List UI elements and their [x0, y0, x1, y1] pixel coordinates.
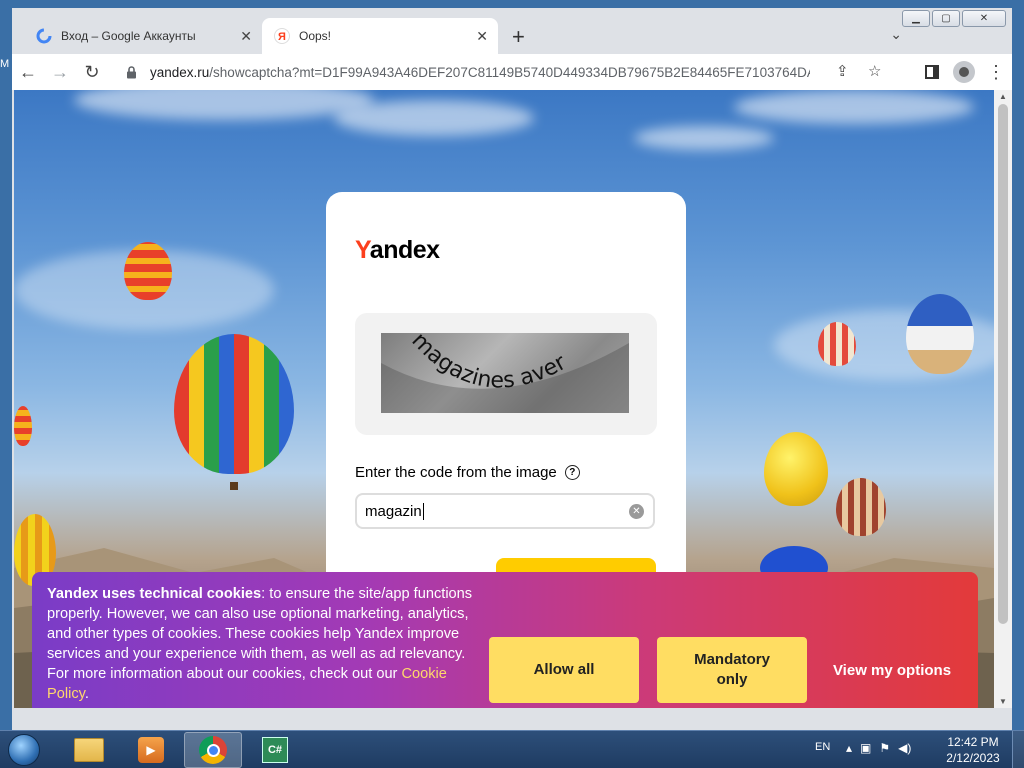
hot-air-balloon: [764, 432, 828, 506]
tab-strip: Вход – Google Аккаунты ✕ Я Oops! ✕ + ⌄: [12, 18, 1012, 54]
clear-input-icon[interactable]: ✕: [629, 504, 644, 519]
tab-title: Oops!: [299, 29, 332, 43]
cloud: [634, 126, 774, 150]
scroll-down-arrow-icon[interactable]: ▼: [999, 697, 1007, 706]
tab-title: Вход – Google Аккаунты: [61, 29, 196, 43]
taskbar-chrome[interactable]: [184, 732, 242, 768]
show-hidden-icons-chevron-icon[interactable]: ▴: [846, 741, 852, 755]
show-desktop-button[interactable]: [1012, 731, 1024, 768]
windows-taskbar: ▶ C# EN ▴ ▣ ⚑ ◀) 12:42 PM 2/12/2023: [0, 730, 1024, 768]
chrome-icon: [199, 736, 227, 764]
cookie-notice-text: Yandex uses technical cookies: to ensure…: [47, 586, 473, 702]
action-center-flag-icon[interactable]: ⚑: [879, 741, 890, 755]
captcha-card: Yandex magazines aver Enter the code fro…: [326, 192, 686, 632]
system-tray: ▴ ▣ ⚑ ◀): [846, 741, 911, 755]
csharp-icon: C#: [262, 737, 288, 763]
address-bar[interactable]: yandex.ru/showcaptcha?mt=D1F99A943A46DEF…: [124, 57, 894, 87]
lock-icon: [124, 65, 138, 79]
scroll-up-arrow-icon[interactable]: ▲: [999, 92, 1007, 101]
url-path: /showcaptcha?mt=D1F99A943A46DEF207C81149…: [209, 64, 810, 80]
cloud: [334, 100, 534, 136]
text-caret: [422, 502, 424, 520]
tab-search-chevron-icon[interactable]: ⌄: [890, 26, 902, 43]
url-domain: yandex.ru: [150, 64, 210, 80]
media-player-icon: ▶: [138, 737, 164, 763]
taskbar-explorer[interactable]: [60, 732, 118, 768]
captcha-input-value: magazin: [365, 502, 422, 520]
taskbar-csharp-app[interactable]: C#: [246, 732, 304, 768]
cloud: [74, 90, 374, 120]
taskbar-media-player[interactable]: ▶: [122, 732, 180, 768]
back-arrow-icon[interactable]: ←: [12, 56, 44, 88]
menu-kebab-icon[interactable]: ⋮: [980, 56, 1012, 88]
tab-oops[interactable]: Я Oops! ✕: [262, 18, 498, 54]
hot-air-balloon: [14, 406, 32, 446]
hot-air-balloon: [836, 478, 886, 536]
tab-close-icon[interactable]: ✕: [476, 28, 488, 45]
view-my-options-button[interactable]: View my options: [822, 637, 962, 703]
start-button[interactable]: [4, 731, 44, 768]
tab-google-accounts[interactable]: Вход – Google Аккаунты ✕: [24, 18, 262, 54]
captcha-container: magazines aver: [355, 313, 657, 435]
cookie-banner: Yandex uses technical cookies: to ensure…: [32, 572, 978, 708]
desktop-fragment: M: [0, 58, 10, 70]
network-icon[interactable]: ▣: [860, 741, 871, 755]
browser-toolbar: ← → ↻ yandex.ru/showcaptcha?mt=D1F99A943…: [12, 54, 1012, 90]
hot-air-balloon: [818, 322, 856, 366]
url-text[interactable]: yandex.ru/showcaptcha?mt=D1F99A943A46DEF…: [150, 65, 810, 80]
side-panel-icon[interactable]: [916, 56, 948, 88]
captcha-label: Enter the code from the image ?: [355, 464, 580, 481]
forward-arrow-icon[interactable]: →: [44, 56, 76, 88]
hot-air-balloon: [174, 334, 294, 474]
clock-time: 12:42 PM: [947, 735, 999, 749]
balloon-basket: [230, 482, 238, 490]
clock-date: 2/12/2023: [946, 751, 1000, 765]
google-g-icon: [36, 28, 52, 44]
yandex-icon: Я: [274, 28, 290, 44]
volume-icon[interactable]: ◀): [898, 741, 911, 755]
help-question-icon[interactable]: ?: [564, 465, 580, 480]
hot-air-balloon: [906, 294, 974, 374]
captcha-code-input[interactable]: magazin ✕: [355, 493, 655, 529]
tab-close-icon[interactable]: ✕: [240, 28, 252, 45]
cloud: [734, 90, 974, 124]
yandex-logo: Yandex: [355, 236, 440, 264]
language-indicator[interactable]: EN: [815, 741, 830, 753]
mandatory-only-button[interactable]: Mandatory only: [657, 637, 807, 703]
page-viewport: Yandex magazines aver Enter the code fro…: [14, 90, 994, 708]
folder-icon: [74, 738, 104, 762]
scroll-thumb[interactable]: [998, 104, 1008, 624]
svg-text:Я: Я: [278, 31, 286, 43]
page-scrollbar[interactable]: ▲ ▼: [994, 90, 1012, 708]
profile-icon[interactable]: [948, 56, 980, 88]
windows-orb-icon: [8, 734, 40, 766]
share-icon[interactable]: ⇪: [836, 62, 849, 80]
browser-window: ▁ ▢ ✕ Вход – Google Аккаунты ✕ Я Oops! ✕…: [12, 8, 1012, 730]
hot-air-balloon: [124, 242, 172, 300]
allow-all-button[interactable]: Allow all: [489, 637, 639, 703]
system-clock[interactable]: 12:42 PM 2/12/2023: [938, 734, 1008, 766]
bookmark-star-icon[interactable]: ☆: [868, 62, 881, 80]
captcha-image: magazines aver: [381, 333, 629, 413]
reload-icon[interactable]: ↻: [76, 56, 108, 88]
new-tab-plus-icon[interactable]: +: [512, 24, 525, 50]
